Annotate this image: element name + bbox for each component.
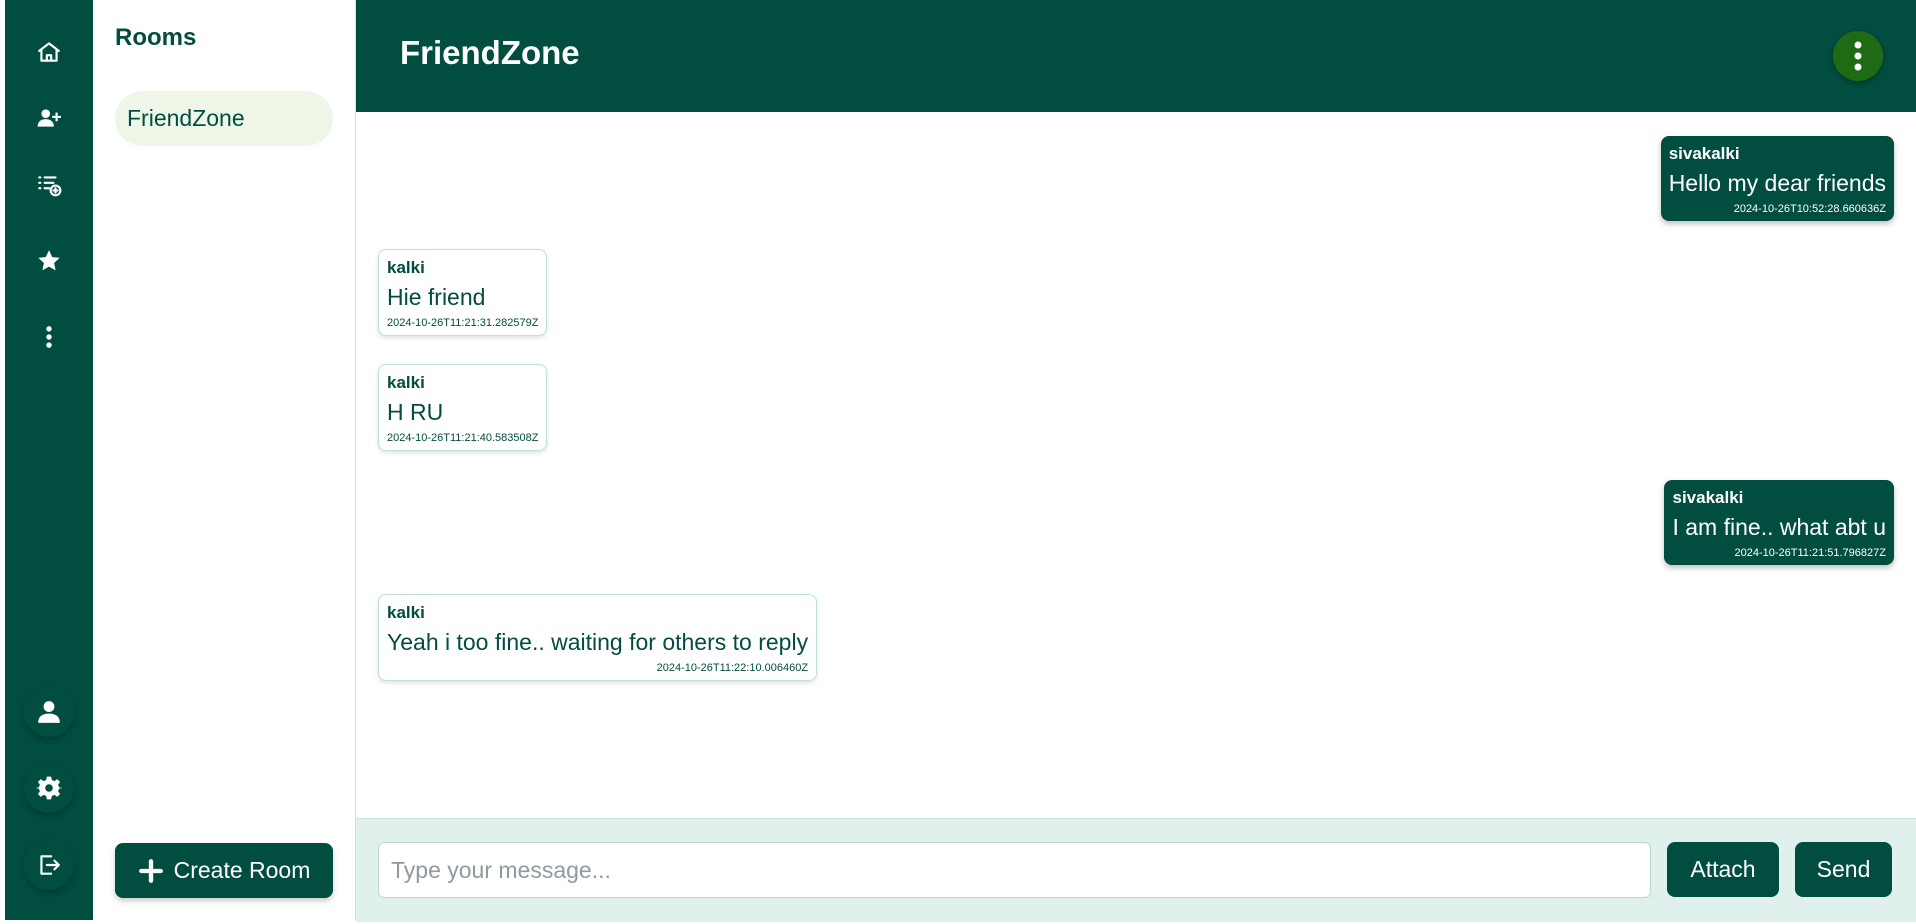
message-sender: kalki (387, 373, 425, 392)
add-list-icon (38, 176, 62, 197)
message-input[interactable] (378, 842, 1651, 898)
home-button[interactable] (24, 27, 74, 77)
chat-title: FriendZone (400, 34, 580, 71)
rooms-panel: Rooms FriendZone Create Room (93, 0, 356, 920)
plus-icon (138, 858, 164, 884)
message-timestamp: 2024-10-26T11:21:51.796827Z (1734, 547, 1886, 559)
add-user-button[interactable] (24, 93, 74, 143)
message-timestamp: 2024-10-26T10:52:28.660636Z (1733, 203, 1886, 215)
home-icon (38, 42, 60, 62)
message-list: sivakalki Hello my dear friends 2024-10-… (356, 112, 1916, 818)
logout-icon (40, 855, 60, 875)
chat-area: FriendZone sivakalki Hello my dear frien… (356, 0, 1916, 924)
add-user-icon (37, 109, 61, 127)
create-room-button[interactable]: Create Room (115, 843, 333, 898)
message-sender: kalki (387, 603, 425, 622)
message-text: Hie friend (387, 284, 486, 310)
gear-icon (36, 776, 62, 800)
message-bubble: sivakalki Hello my dear friends 2024-10-… (1660, 136, 1894, 221)
message-timestamp: 2024-10-26T11:21:40.583508Z (387, 432, 539, 444)
user-icon (38, 701, 60, 723)
message-sender: sivakalki (1668, 144, 1740, 163)
message-sender: kalki (387, 258, 425, 277)
room-item-friendzone[interactable]: FriendZone (115, 91, 333, 146)
message-timestamp: 2024-10-26T11:22:10.006460Z (656, 662, 809, 674)
profile-button[interactable] (24, 687, 74, 737)
create-room-label: Create Room (173, 857, 311, 883)
message-bubble: sivakalki I am fine.. what abt u 2024-10… (1664, 480, 1894, 565)
send-button[interactable]: Send (1795, 842, 1892, 897)
star-icon (38, 250, 60, 271)
chat-menu-button[interactable] (1833, 31, 1883, 81)
message-composer: Attach Send (356, 818, 1916, 922)
settings-button[interactable] (24, 763, 74, 813)
icon-rail (5, 0, 93, 920)
message-text: I am fine.. what abt u (1672, 514, 1886, 540)
more-button[interactable] (24, 312, 74, 362)
message-timestamp: 2024-10-26T11:21:31.282579Z (387, 317, 539, 329)
more-vertical-icon (46, 326, 52, 348)
message-text: Hello my dear friends (1668, 170, 1886, 196)
rooms-title: Rooms (115, 24, 197, 51)
message-text: Yeah i too fine.. waiting for others to … (387, 629, 809, 655)
message-text: H RU (387, 399, 444, 425)
message-bubble: kalki H RU 2024-10-26T11:21:40.583508Z (378, 364, 548, 451)
logout-button[interactable] (24, 840, 74, 890)
chat-header: FriendZone (356, 0, 1916, 112)
attach-button[interactable]: Attach (1667, 842, 1779, 897)
more-vertical-icon (1854, 41, 1862, 71)
message-bubble: kalki Yeah i too fine.. waiting for othe… (378, 594, 818, 681)
add-list-button[interactable] (24, 160, 74, 210)
message-bubble: kalki Hie friend 2024-10-26T11:21:31.282… (378, 249, 548, 336)
message-sender: sivakalki (1672, 488, 1744, 507)
favorites-button[interactable] (24, 236, 74, 286)
